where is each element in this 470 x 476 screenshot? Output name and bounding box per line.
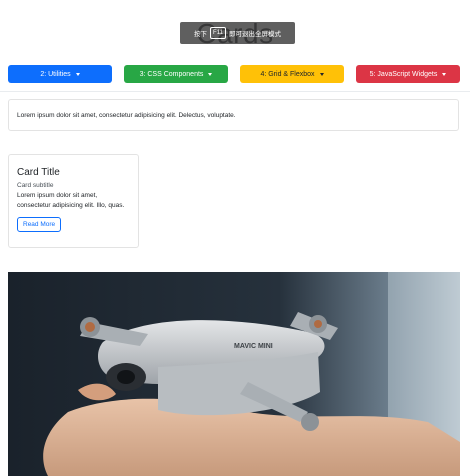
javascript-widgets-dropdown-button[interactable]: 5: JavaScript Widgets [356, 65, 460, 83]
card-subtitle: Card subtitle [17, 182, 54, 189]
card: Card Title Card subtitle Lorem ipsum dol… [8, 154, 139, 248]
card-text: Lorem ipsum dolor sit amet, consectetur … [17, 192, 125, 209]
caret-down-icon [75, 72, 80, 76]
nav-dropdown-row: 2: Utilities 3: CSS Components 4: Grid &… [8, 65, 460, 83]
grid-flexbox-dropdown-button[interactable]: 4: Grid & Flexbox [240, 65, 344, 83]
caret-down-icon [442, 72, 447, 76]
javascript-widgets-dropdown-label: 5: JavaScript Widgets [369, 70, 438, 78]
css-components-dropdown-button[interactable]: 3: CSS Components [124, 65, 228, 83]
css-components-dropdown-label: 3: CSS Components [139, 70, 204, 78]
drone-logo-text: MAVIC MINI [234, 343, 273, 350]
fullscreen-hint-after: 即可退出全屏模式 [228, 31, 281, 38]
card-title: Card Title [17, 167, 60, 178]
header-divider [0, 91, 470, 92]
utilities-dropdown-button[interactable]: 2: Utilities [8, 65, 112, 83]
fullscreen-hint-key: F11 [210, 27, 226, 39]
caret-down-icon [208, 72, 213, 76]
drone-photo: MAVIC MINI [8, 272, 460, 476]
text-card: Lorem ipsum dolor sit amet, consectetur … [8, 99, 459, 131]
read-more-button[interactable]: Read More [17, 217, 62, 232]
text-card-body: Lorem ipsum dolor sit amet, consectetur … [17, 111, 236, 119]
fullscreen-exit-hint: 按下 F11 即可退出全屏模式 [180, 22, 295, 44]
fullscreen-hint-before: 按下 [194, 31, 208, 38]
utilities-dropdown-label: 2: Utilities [40, 70, 71, 78]
grid-flexbox-dropdown-label: 4: Grid & Flexbox [260, 70, 315, 78]
caret-down-icon [319, 72, 324, 76]
drone-photo-illustration: MAVIC MINI [8, 272, 460, 476]
